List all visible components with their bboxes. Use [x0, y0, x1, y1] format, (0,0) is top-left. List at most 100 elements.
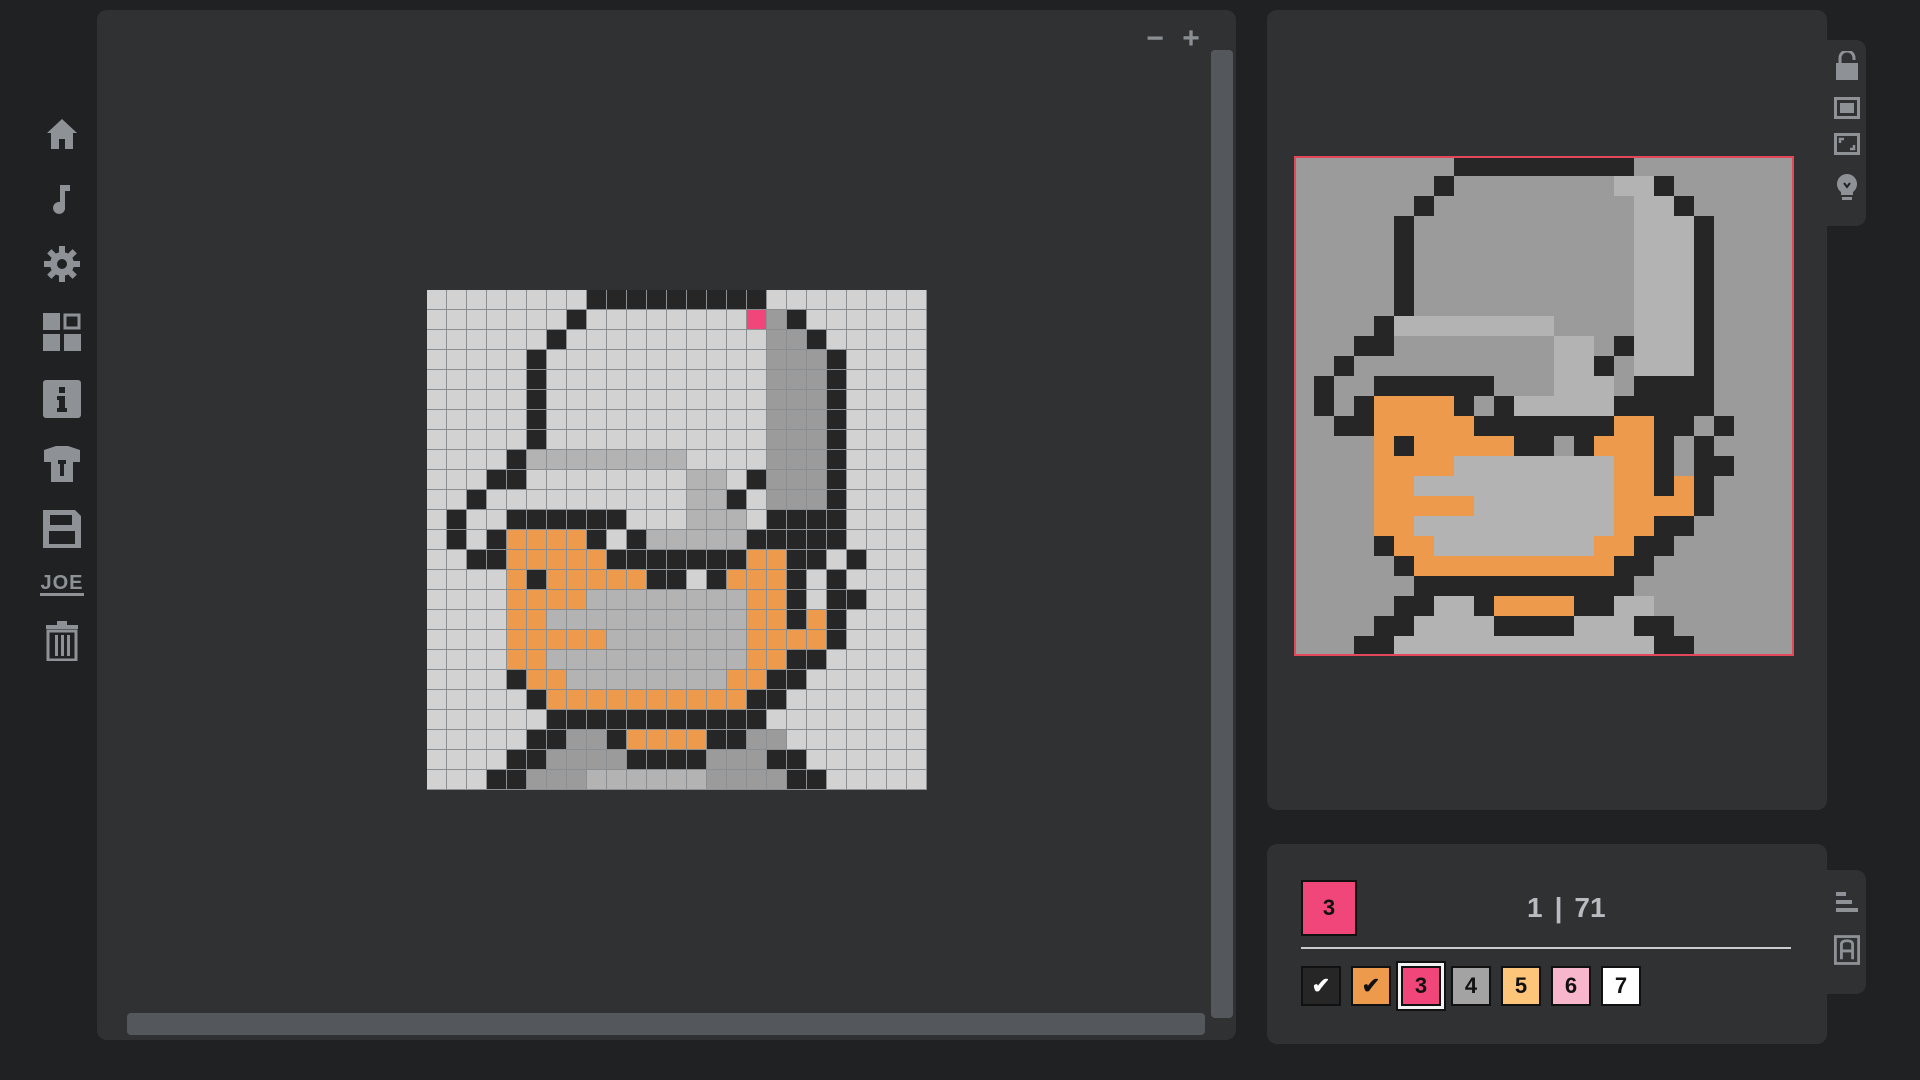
grid-cell[interactable] [527, 650, 547, 670]
grid-cell[interactable] [507, 450, 527, 470]
grid-cell[interactable] [907, 570, 927, 590]
grid-cell[interactable] [467, 690, 487, 710]
grid-cell[interactable] [547, 770, 567, 790]
grid-cell[interactable] [727, 370, 747, 390]
grid-cell[interactable] [887, 630, 907, 650]
grid-cell[interactable] [607, 570, 627, 590]
grid-cell[interactable] [667, 650, 687, 670]
grid-cell[interactable] [487, 730, 507, 750]
grid-cell[interactable] [747, 690, 767, 710]
grid-cell[interactable] [647, 570, 667, 590]
grid-cell[interactable] [707, 350, 727, 370]
gear-icon[interactable] [38, 240, 86, 288]
grid-cell[interactable] [867, 430, 887, 450]
grid-cell[interactable] [787, 430, 807, 450]
grid-cell[interactable] [627, 350, 647, 370]
grid-cell[interactable] [467, 550, 487, 570]
grid-cell[interactable] [847, 330, 867, 350]
grid-cell[interactable] [727, 430, 747, 450]
grid-cell[interactable] [667, 330, 687, 350]
grid-cell[interactable] [427, 330, 447, 350]
zoom-out-button[interactable]: − [1140, 24, 1170, 54]
grid-cell[interactable] [467, 650, 487, 670]
grid-cell[interactable] [747, 650, 767, 670]
grid-cell[interactable] [767, 290, 787, 310]
grid-cell[interactable] [467, 470, 487, 490]
grid-cell[interactable] [507, 290, 527, 310]
grid-cell[interactable] [607, 410, 627, 430]
grid-cell[interactable] [687, 610, 707, 630]
grid-cell[interactable] [687, 710, 707, 730]
grid-cell[interactable] [627, 390, 647, 410]
grid-cell[interactable] [787, 770, 807, 790]
grid-cell[interactable] [667, 670, 687, 690]
grid-cell[interactable] [767, 530, 787, 550]
grid-cell[interactable] [467, 290, 487, 310]
grid-cell[interactable] [827, 310, 847, 330]
grid-cell[interactable] [667, 750, 687, 770]
grid-cell[interactable] [527, 590, 547, 610]
grid-cell[interactable] [547, 650, 567, 670]
grid-cell[interactable] [667, 430, 687, 450]
grid-cell[interactable] [447, 550, 467, 570]
grid-cell[interactable] [527, 670, 547, 690]
grid-cell[interactable] [667, 510, 687, 530]
grid-cell[interactable] [807, 770, 827, 790]
grid-cell[interactable] [807, 450, 827, 470]
pixel-grid[interactable] [427, 290, 927, 790]
grid-cell[interactable] [787, 490, 807, 510]
grid-cell[interactable] [487, 710, 507, 730]
grid-cell[interactable] [867, 390, 887, 410]
grid-cell[interactable] [587, 710, 607, 730]
grid-cell[interactable] [467, 490, 487, 510]
grid-cell[interactable] [847, 710, 867, 730]
grid-cell[interactable] [587, 490, 607, 510]
grid-cell[interactable] [527, 530, 547, 550]
grid-cell[interactable] [687, 470, 707, 490]
grid-cell[interactable] [727, 310, 747, 330]
grid-cell[interactable] [707, 770, 727, 790]
grid-cell[interactable] [587, 370, 607, 390]
grid-cell[interactable] [687, 570, 707, 590]
grid-cell[interactable] [427, 310, 447, 330]
grid-cell[interactable] [807, 710, 827, 730]
grid-cell[interactable] [747, 530, 767, 550]
grid-cell[interactable] [627, 670, 647, 690]
grid-cell[interactable] [627, 550, 647, 570]
grid-cell[interactable] [867, 610, 887, 630]
grid-cell[interactable] [447, 630, 467, 650]
grid-cell[interactable] [687, 650, 707, 670]
grid-cell[interactable] [527, 290, 547, 310]
grid-cell[interactable] [527, 310, 547, 330]
grid-cell[interactable] [767, 490, 787, 510]
grid-cell[interactable] [887, 430, 907, 450]
grid-cell[interactable] [687, 770, 707, 790]
grid-cell[interactable] [747, 610, 767, 630]
grid-cell[interactable] [827, 690, 847, 710]
grid-cell[interactable] [667, 370, 687, 390]
grid-cell[interactable] [427, 550, 447, 570]
grid-cell[interactable] [887, 290, 907, 310]
grid-cell[interactable] [607, 290, 627, 310]
grid-cell[interactable] [887, 770, 907, 790]
grid-cell[interactable] [547, 370, 567, 390]
grid-cell[interactable] [727, 630, 747, 650]
grid-cell[interactable] [607, 590, 627, 610]
grid-cell[interactable] [867, 510, 887, 530]
grid-cell[interactable] [747, 330, 767, 350]
grid-cell[interactable] [847, 450, 867, 470]
grid-cell[interactable] [487, 550, 507, 570]
grid-cell[interactable] [867, 550, 887, 570]
info-icon[interactable] [38, 375, 86, 423]
grid-cell[interactable] [907, 650, 927, 670]
grid-cell[interactable] [467, 430, 487, 450]
grid-cell[interactable] [827, 770, 847, 790]
grid-cell[interactable] [647, 730, 667, 750]
grid-cell[interactable] [427, 630, 447, 650]
grid-cell[interactable] [567, 370, 587, 390]
grid-cell[interactable] [747, 430, 767, 450]
grid-cell[interactable] [887, 590, 907, 610]
grid-cell[interactable] [467, 630, 487, 650]
grid-cell[interactable] [847, 370, 867, 390]
grid-cell[interactable] [807, 390, 827, 410]
